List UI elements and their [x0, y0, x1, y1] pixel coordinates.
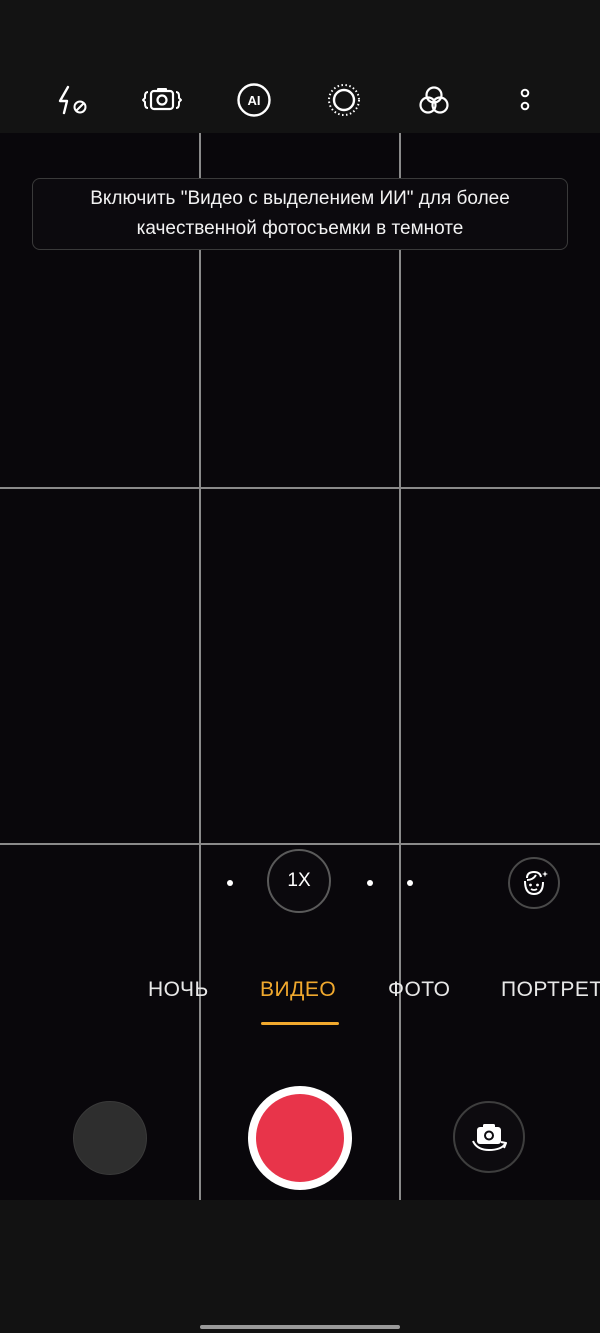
zoom-button[interactable]: 1X	[267, 849, 331, 913]
record-button[interactable]	[248, 1086, 352, 1190]
camera-viewfinder[interactable]: Включить "Видео с выделением ИИ" для бол…	[0, 133, 600, 1200]
mode-night[interactable]: НОЧЬ	[148, 978, 209, 1002]
live-photo-icon[interactable]	[324, 80, 364, 120]
camera-stabilize-icon[interactable]	[142, 80, 182, 120]
zoom-level-dot[interactable]	[367, 880, 373, 886]
top-toolbar: AI	[0, 0, 600, 133]
mode-photo[interactable]: ФОТО	[388, 978, 451, 1002]
gallery-thumbnail[interactable]	[73, 1101, 147, 1175]
ai-icon[interactable]: AI	[234, 80, 274, 120]
switch-camera-icon	[472, 1124, 507, 1152]
zoom-level-dot[interactable]	[227, 880, 233, 886]
grid-line-horizontal	[0, 487, 600, 489]
grid-line-horizontal	[0, 843, 600, 845]
ai-label: AI	[247, 92, 261, 108]
mode-video[interactable]: ВИДЕО	[260, 978, 336, 1002]
ai-video-tip-banner[interactable]: Включить "Видео с выделением ИИ" для бол…	[32, 178, 568, 250]
grid-line-vertical	[399, 133, 401, 1200]
mode-portrait[interactable]: ПОРТРЕТ	[501, 978, 600, 1002]
home-indicator[interactable]	[200, 1325, 400, 1329]
zoom-level-dot[interactable]	[407, 880, 413, 886]
grid-line-vertical	[199, 133, 201, 1200]
more-options-icon[interactable]	[505, 80, 545, 120]
flash-off-icon[interactable]	[52, 80, 92, 120]
filters-icon[interactable]	[414, 80, 454, 120]
active-mode-indicator	[261, 1022, 339, 1025]
record-button-inner	[256, 1094, 344, 1182]
switch-camera-button[interactable]	[453, 1101, 525, 1173]
beauty-face-icon[interactable]	[508, 857, 560, 909]
system-navigation-area	[0, 1200, 600, 1333]
tip-text: Включить "Видео с выделением ИИ" для бол…	[90, 188, 510, 239]
